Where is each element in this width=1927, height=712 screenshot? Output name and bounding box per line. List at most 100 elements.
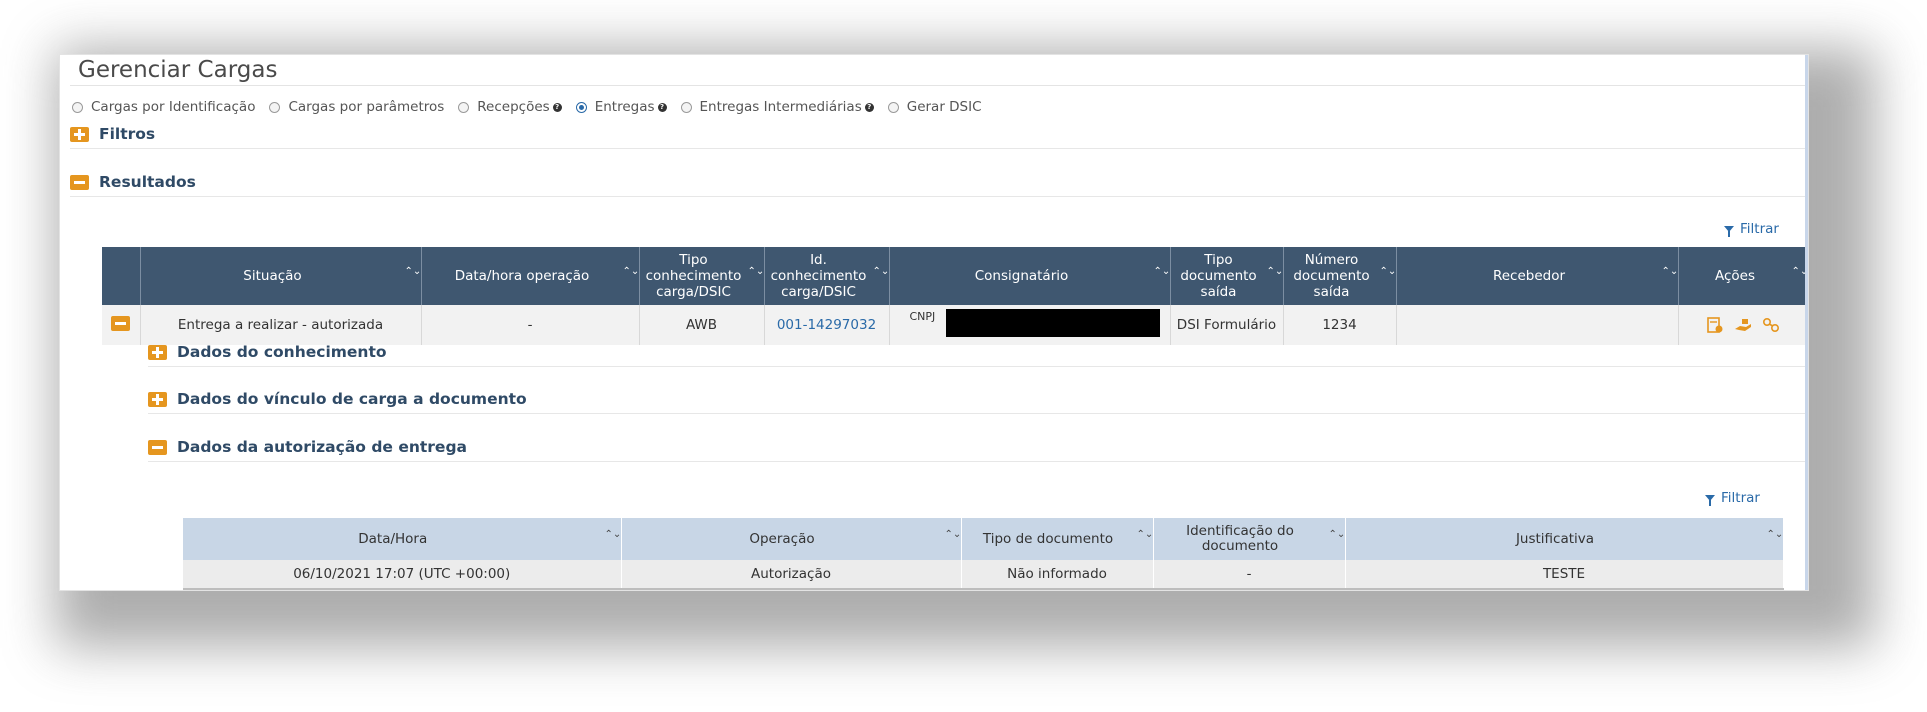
filter-icon	[1705, 495, 1715, 506]
cell-tipo-documento: Não informado	[961, 560, 1154, 590]
radio-recepcoes[interactable]: Recepções ?	[458, 99, 562, 115]
redacted-block	[945, 309, 1160, 337]
title-divider	[70, 85, 1805, 86]
section-divider	[148, 413, 1805, 414]
column-header-operacao[interactable]: Operação ⌃⌄	[621, 518, 962, 560]
help-icon[interactable]: ?	[552, 102, 562, 112]
cell-id-conhecimento: 001-14297032	[764, 305, 890, 345]
query-type-radio-group: Cargas por Identificação Cargas por parâ…	[72, 99, 996, 115]
expand-column-header	[102, 247, 141, 305]
column-header-tipo-conhecimento[interactable]: Tipo conhecimento carga/DSIC ⌃⌄	[639, 247, 765, 305]
table-row: Entrega a realizar - autorizada - AWB 00…	[102, 305, 1806, 345]
document-check-icon[interactable]	[1706, 317, 1724, 333]
column-header-data-hora[interactable]: Data/hora operação ⌃⌄	[421, 247, 640, 305]
filtrar-authorization-link[interactable]: Filtrar	[1705, 490, 1760, 506]
sort-icon[interactable]: ⌃⌄	[1792, 267, 1806, 277]
help-icon[interactable]: ?	[657, 102, 667, 112]
column-header-tipo-documento[interactable]: Tipo de documento ⌃⌄	[961, 518, 1154, 560]
cell-operacao: Autorização	[621, 560, 962, 590]
expand-icon[interactable]	[70, 126, 89, 142]
expand-icon[interactable]	[148, 391, 167, 407]
radio-cargas-parametros[interactable]: Cargas por parâmetros	[269, 99, 444, 115]
section-title: Dados do vínculo de carga a documento	[177, 390, 527, 408]
section-filtros[interactable]: Filtros	[70, 125, 155, 143]
sort-icon[interactable]: ⌃⌄	[748, 267, 765, 277]
sort-icon[interactable]: ⌃⌄	[1380, 267, 1397, 277]
section-title: Dados da autorização de entrega	[177, 438, 467, 456]
sort-icon[interactable]: ⌃⌄	[1767, 530, 1784, 540]
cell-identificacao: -	[1153, 560, 1346, 590]
filtrar-results-link[interactable]: Filtrar	[1724, 221, 1779, 237]
radio-button[interactable]	[72, 101, 83, 113]
section-resultados[interactable]: Resultados	[70, 173, 196, 191]
column-label: Tipo documento saída	[1180, 252, 1257, 300]
section-dados-vinculo[interactable]: Dados do vínculo de carga a documento	[148, 390, 527, 408]
cell-consignatario: CNPJ	[889, 305, 1171, 345]
sort-icon[interactable]: ⌃⌄	[945, 530, 962, 540]
collapse-icon[interactable]	[148, 439, 167, 455]
collapse-icon[interactable]	[70, 174, 89, 190]
cell-data-hora: 06/10/2021 17:07 (UTC +00:00)	[183, 560, 622, 590]
radio-label: Gerar DSIC	[906, 99, 982, 115]
sort-icon[interactable]: ⌃⌄	[1154, 267, 1171, 277]
radio-entregas-intermediarias[interactable]: Entregas Intermediárias ?	[680, 99, 874, 115]
sort-icon[interactable]: ⌃⌄	[405, 267, 422, 277]
cell-situacao: Entrega a realizar - autorizada	[140, 305, 422, 345]
collapse-row-icon[interactable]	[111, 315, 131, 331]
filter-icon	[1724, 226, 1734, 237]
column-header-id-conhecimento[interactable]: Id. conhecimento carga/DSIC ⌃⌄	[764, 247, 890, 305]
cell-recebedor	[1396, 305, 1679, 345]
radio-button[interactable]	[458, 101, 470, 113]
action-icons	[1680, 317, 1806, 333]
sort-icon[interactable]: ⌃⌄	[1137, 530, 1154, 540]
radio-button[interactable]	[887, 101, 899, 113]
column-header-recebedor[interactable]: Recebedor ⌃⌄	[1396, 247, 1679, 305]
section-dados-conhecimento[interactable]: Dados do conhecimento	[148, 343, 387, 361]
results-table: Situação ⌃⌄ Data/hora operação ⌃⌄ Tipo con…	[102, 247, 1806, 345]
filtrar-label: Filtrar	[1740, 221, 1779, 237]
section-divider	[70, 148, 1805, 149]
column-header-consignatario[interactable]: Consignatário ⌃⌄	[889, 247, 1171, 305]
radio-gerar-dsic[interactable]: Gerar DSIC	[887, 99, 982, 115]
sort-icon[interactable]: ⌃⌄	[1662, 267, 1679, 277]
column-label: Tipo conhecimento carga/DSIC	[645, 252, 742, 300]
sort-icon[interactable]: ⌃⌄	[623, 267, 640, 277]
radio-button[interactable]	[680, 101, 692, 113]
column-header-data-hora[interactable]: Data/Hora ⌃⌄	[183, 518, 622, 560]
column-label: Recebedor	[1492, 268, 1566, 284]
table-row: 06/10/2021 17:07 (UTC +00:00) Autorizaçã…	[183, 560, 1784, 590]
column-label: Consignatário	[974, 268, 1069, 284]
hand-deliver-icon[interactable]	[1734, 317, 1752, 333]
link-icon[interactable]	[1762, 317, 1780, 333]
sort-icon[interactable]: ⌃⌄	[1329, 530, 1346, 540]
page-title: Gerenciar Cargas	[78, 57, 278, 83]
column-label: Tipo de documento	[982, 530, 1114, 547]
column-header-identificacao[interactable]: Identificação do documento ⌃⌄	[1153, 518, 1346, 560]
cell-data-hora: -	[421, 305, 640, 345]
results-header-row: Situação ⌃⌄ Data/hora operação ⌃⌄ Tipo con…	[102, 247, 1806, 305]
column-label: Justificativa	[1515, 530, 1595, 547]
column-header-tipo-documento[interactable]: Tipo documento saída ⌃⌄	[1170, 247, 1284, 305]
sort-icon[interactable]: ⌃⌄	[605, 530, 622, 540]
column-header-justificativa[interactable]: Justificativa ⌃⌄	[1345, 518, 1784, 560]
radio-button[interactable]	[269, 101, 281, 113]
radio-cargas-identificacao[interactable]: Cargas por Identificação	[72, 99, 255, 115]
column-label: Id. conhecimento carga/DSIC	[770, 252, 867, 300]
radio-label: Cargas por Identificação	[91, 99, 256, 115]
row-toggle-cell[interactable]	[102, 305, 141, 345]
filtrar-label: Filtrar	[1721, 490, 1760, 506]
section-title: Resultados	[99, 173, 196, 191]
radio-button-selected[interactable]	[575, 101, 587, 113]
radio-entregas[interactable]: Entregas ?	[575, 99, 667, 115]
section-dados-autorizacao[interactable]: Dados da autorização de entrega	[148, 438, 467, 456]
sort-icon[interactable]: ⌃⌄	[873, 267, 890, 277]
help-icon[interactable]: ?	[864, 102, 874, 112]
cnpj-label: CNPJ	[909, 310, 936, 323]
column-header-acoes[interactable]: Ações ⌃⌄	[1678, 247, 1806, 305]
column-header-numero-documento[interactable]: Número documento saída ⌃⌄	[1283, 247, 1397, 305]
section-divider	[70, 196, 1805, 197]
id-conhecimento-link[interactable]: 001-14297032	[777, 317, 876, 333]
sort-icon[interactable]: ⌃⌄	[1267, 267, 1284, 277]
column-header-situacao[interactable]: Situação ⌃⌄	[140, 247, 422, 305]
expand-icon[interactable]	[148, 344, 167, 360]
